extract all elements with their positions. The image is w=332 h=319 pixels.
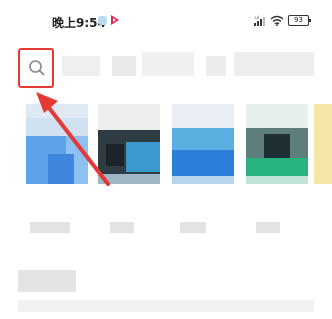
search-icon[interactable]: [28, 59, 46, 77]
category-thumbnail-row: [26, 104, 332, 184]
video-app-notification-icon: [111, 15, 119, 25]
blurred-section-title: [18, 270, 76, 292]
blurred-tab[interactable]: [234, 52, 314, 76]
category-thumbnail[interactable]: [26, 104, 88, 184]
blurred-label: [110, 222, 134, 233]
blurred-tab[interactable]: [142, 52, 194, 76]
category-thumbnail[interactable]: [98, 104, 160, 184]
blurred-label: [180, 222, 206, 233]
svg-text:.ul: .ul: [254, 15, 259, 20]
blurred-tab[interactable]: [62, 56, 100, 76]
cellular-signal-icon: .ul: [254, 15, 265, 26]
blurred-tab[interactable]: [206, 56, 226, 76]
category-thumbnail[interactable]: [172, 104, 234, 184]
category-thumbnail[interactable]: [314, 104, 332, 184]
cloud-notification-icon: [98, 16, 107, 25]
blurred-tab[interactable]: [112, 56, 136, 76]
search-button-highlight[interactable]: [18, 48, 54, 88]
category-thumbnail[interactable]: [246, 104, 308, 184]
battery-icon: 93: [288, 15, 311, 26]
blurred-label: [256, 222, 280, 233]
wifi-icon: [270, 15, 284, 26]
blurred-label: [30, 222, 70, 233]
status-bar: 晚上9:54 .ul 93: [0, 0, 332, 46]
blurred-content-line: [18, 300, 314, 312]
